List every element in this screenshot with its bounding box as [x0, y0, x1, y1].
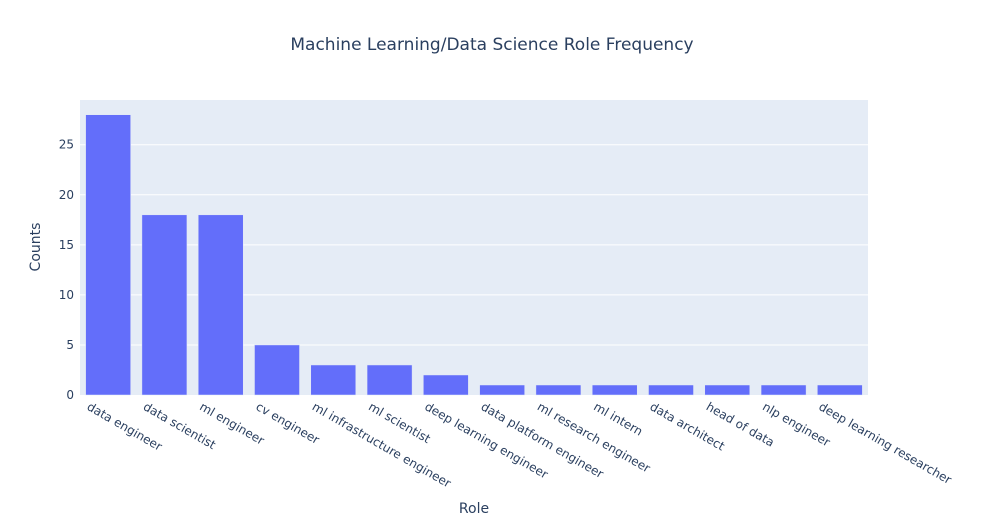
y-tick-label: 20	[59, 188, 74, 202]
x-axis-title: Role	[459, 501, 489, 517]
y-tick-label: 5	[66, 338, 74, 352]
bar-deep-learning-engineer[interactable]	[423, 374, 469, 396]
bar-data-engineer[interactable]	[85, 114, 131, 396]
bar-ml-engineer[interactable]	[197, 214, 244, 396]
chart-title: Machine Learning/Data Science Role Frequ…	[290, 35, 693, 55]
bar-chart: 0510152025 data engineerdata scientistml…	[28, 35, 954, 517]
bar-data-scientist[interactable]	[141, 214, 188, 396]
y-tick-label: 15	[59, 238, 74, 252]
bar-cv-engineer[interactable]	[254, 344, 300, 396]
bar-data-platform-engineer[interactable]	[479, 384, 525, 396]
bar-nlp-engineer[interactable]	[760, 384, 807, 396]
x-tick-label: deep learning researcher	[816, 399, 954, 487]
y-axis-title: Counts	[28, 223, 44, 272]
y-tick-label: 10	[59, 288, 74, 302]
bar-ml-scientist[interactable]	[366, 364, 413, 396]
bar-data-architect[interactable]	[648, 384, 694, 396]
bar-ml-infrastructure-engineer[interactable]	[310, 364, 357, 396]
bar-ml-research-engineer[interactable]	[535, 384, 582, 396]
bar-head-of-data[interactable]	[704, 384, 751, 396]
y-tick-label: 25	[59, 138, 74, 152]
y-tick-label: 0	[66, 388, 74, 402]
bar-deep-learning-researcher[interactable]	[817, 384, 863, 396]
bar-ml-intern[interactable]	[591, 384, 638, 396]
